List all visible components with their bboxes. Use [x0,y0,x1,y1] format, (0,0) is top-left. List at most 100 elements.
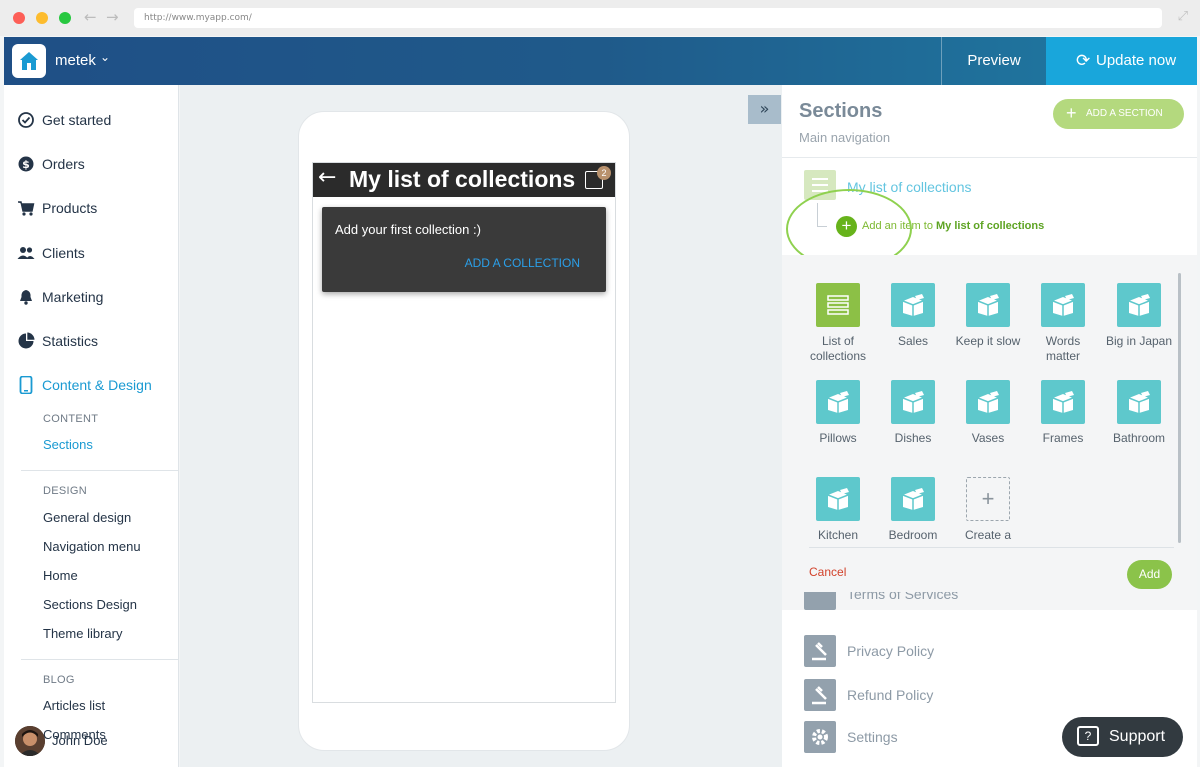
fullscreen-icon[interactable]: ⤢ [1178,9,1188,24]
sidebar-item-label: Statistics [42,333,99,349]
box-icon [891,477,935,521]
sidebar-subitem-theme-library[interactable]: Theme library [43,626,122,641]
collapse-panel-button[interactable]: » [748,95,781,124]
chevron-down-icon[interactable]: ⌄ [100,50,110,64]
check-circle-icon [18,112,34,128]
list-icon [816,283,860,327]
tile-dishes[interactable]: Dishes [878,380,948,446]
tile-bathroom[interactable]: Bathroom [1104,380,1174,446]
tile-words-matter[interactable]: Words matter [1028,283,1098,364]
tile-vases[interactable]: Vases [953,380,1023,446]
sidebar-subitem-general-design[interactable]: General design [43,510,131,525]
panel-title: Sections [799,100,883,122]
picker-scrollbar[interactable] [1178,273,1181,543]
tile-create-a[interactable]: + Create a [953,477,1023,543]
divider [809,547,1174,548]
update-now-button[interactable]: ⟳ Update now [1046,37,1197,85]
sidebar: Get started $ Orders Products Clients Ma… [4,85,179,767]
tile-big-in-japan[interactable]: Big in Japan [1104,283,1174,349]
sidebar-item-orders[interactable]: $ Orders [4,153,179,177]
avatar[interactable] [15,726,45,756]
support-button[interactable]: ? Support [1062,717,1183,757]
box-icon [1041,283,1085,327]
gear-icon [804,721,836,753]
blog-heading: BLOG [43,674,75,686]
divider [21,470,179,471]
update-now-label: Update now [1096,52,1177,69]
tile-label: Bedroom [888,528,938,542]
add-collection-button[interactable]: ADD A COLLECTION [465,256,580,270]
back-arrow-icon[interactable]: ← [318,165,336,190]
user-avatar-image [15,726,45,756]
section-item-privacy-policy[interactable]: Privacy Policy [804,635,1184,667]
box-icon [966,283,1010,327]
maximize-window-button[interactable] [59,12,71,24]
tile-kitchen[interactable]: Kitchen [803,477,873,543]
app-logo[interactable] [12,44,46,78]
support-label: Support [1109,728,1166,745]
tile-list-of-collections[interactable]: List of collections [803,283,873,364]
sidebar-item-clients[interactable]: Clients [4,242,179,266]
box-icon [1117,283,1161,327]
panel-subtitle: Main navigation [799,130,891,145]
screen-header: ← My list of collections 2 [313,163,615,197]
sidebar-subitem-navigation-menu[interactable]: Navigation menu [43,539,141,554]
item-picker: List of collections Sales Keep it slow Word… [782,255,1197,610]
add-button[interactable]: Add [1127,560,1172,589]
tile-label: Words matter [1045,334,1081,363]
phone-screen: ← My list of collections 2 Add your firs… [312,162,616,703]
tile-label: Keep it slow [955,334,1021,348]
tile-keep-it-slow[interactable]: Keep it slow [953,283,1023,349]
content-heading: CONTENT [43,413,99,425]
box-icon [1041,380,1085,424]
minimize-window-button[interactable] [36,12,48,24]
tile-frames[interactable]: Frames [1028,380,1098,446]
app-name[interactable]: metek [55,52,96,69]
sidebar-item-statistics[interactable]: Statistics [4,330,179,354]
tile-label: Big in Japan [1105,334,1173,348]
refresh-icon: ⟳ [1076,51,1091,71]
box-icon [966,380,1010,424]
section-item-refund-policy[interactable]: Refund Policy [804,679,1184,711]
sidebar-subitem-sections-design[interactable]: Sections Design [43,597,137,612]
add-section-label: ADD A SECTION [1086,108,1163,119]
sidebar-item-products[interactable]: Products [4,197,179,221]
tile-bedroom[interactable]: Bedroom [878,477,948,543]
preview-canvas: ← My list of collections 2 Add your firs… [180,85,782,767]
screen-title: My list of collections [349,166,576,192]
user-name[interactable]: John Doe [52,733,108,748]
add-section-button[interactable]: + ADD A SECTION [1053,99,1184,129]
box-icon [816,380,860,424]
design-heading: DESIGN [43,485,87,497]
sidebar-subitem-articles-list[interactable]: Articles list [43,698,105,713]
tile-label: Create a [964,528,1012,542]
back-arrow-icon[interactable]: ← [84,8,97,26]
tile-label: Sales [897,334,929,348]
sidebar-item-marketing[interactable]: Marketing [4,286,179,310]
close-window-button[interactable] [13,12,25,24]
phone-icon [19,376,33,394]
sidebar-item-label: Clients [42,245,85,261]
sidebar-item-get-started[interactable]: Get started [4,109,179,133]
tile-label: Bathroom [1112,431,1166,445]
sidebar-subitem-home[interactable]: Home [43,568,78,583]
sidebar-item-label: Orders [42,156,85,172]
preview-button[interactable]: Preview [941,37,1046,85]
home-icon [20,52,38,70]
cart-count-badge: 2 [597,166,611,180]
cancel-button[interactable]: Cancel [809,565,846,579]
sidebar-subitem-sections[interactable]: Sections [43,437,93,452]
sections-panel: Sections Main navigation + ADD A SECTION… [782,85,1197,767]
phone-mockup: ← My list of collections 2 Add your firs… [298,111,630,751]
sidebar-item-content-design[interactable]: Content & Design [4,374,179,398]
forward-arrow-icon[interactable]: → [106,8,119,26]
chat-help-icon: ? [1077,726,1099,746]
gavel-icon [804,635,836,667]
double-chevron-right-icon: » [759,99,770,118]
tile-pillows[interactable]: Pillows [803,380,873,446]
top-bar: metek ⌄ Preview ⟳ Update now [4,37,1197,85]
section-item-terms[interactable]: Terms of Services [804,592,1184,610]
empty-collection-dialog: Add your first collection :) ADD A COLLE… [322,207,606,292]
url-bar[interactable]: http://www.myapp.com/ [134,8,1162,28]
tile-sales[interactable]: Sales [878,283,948,349]
